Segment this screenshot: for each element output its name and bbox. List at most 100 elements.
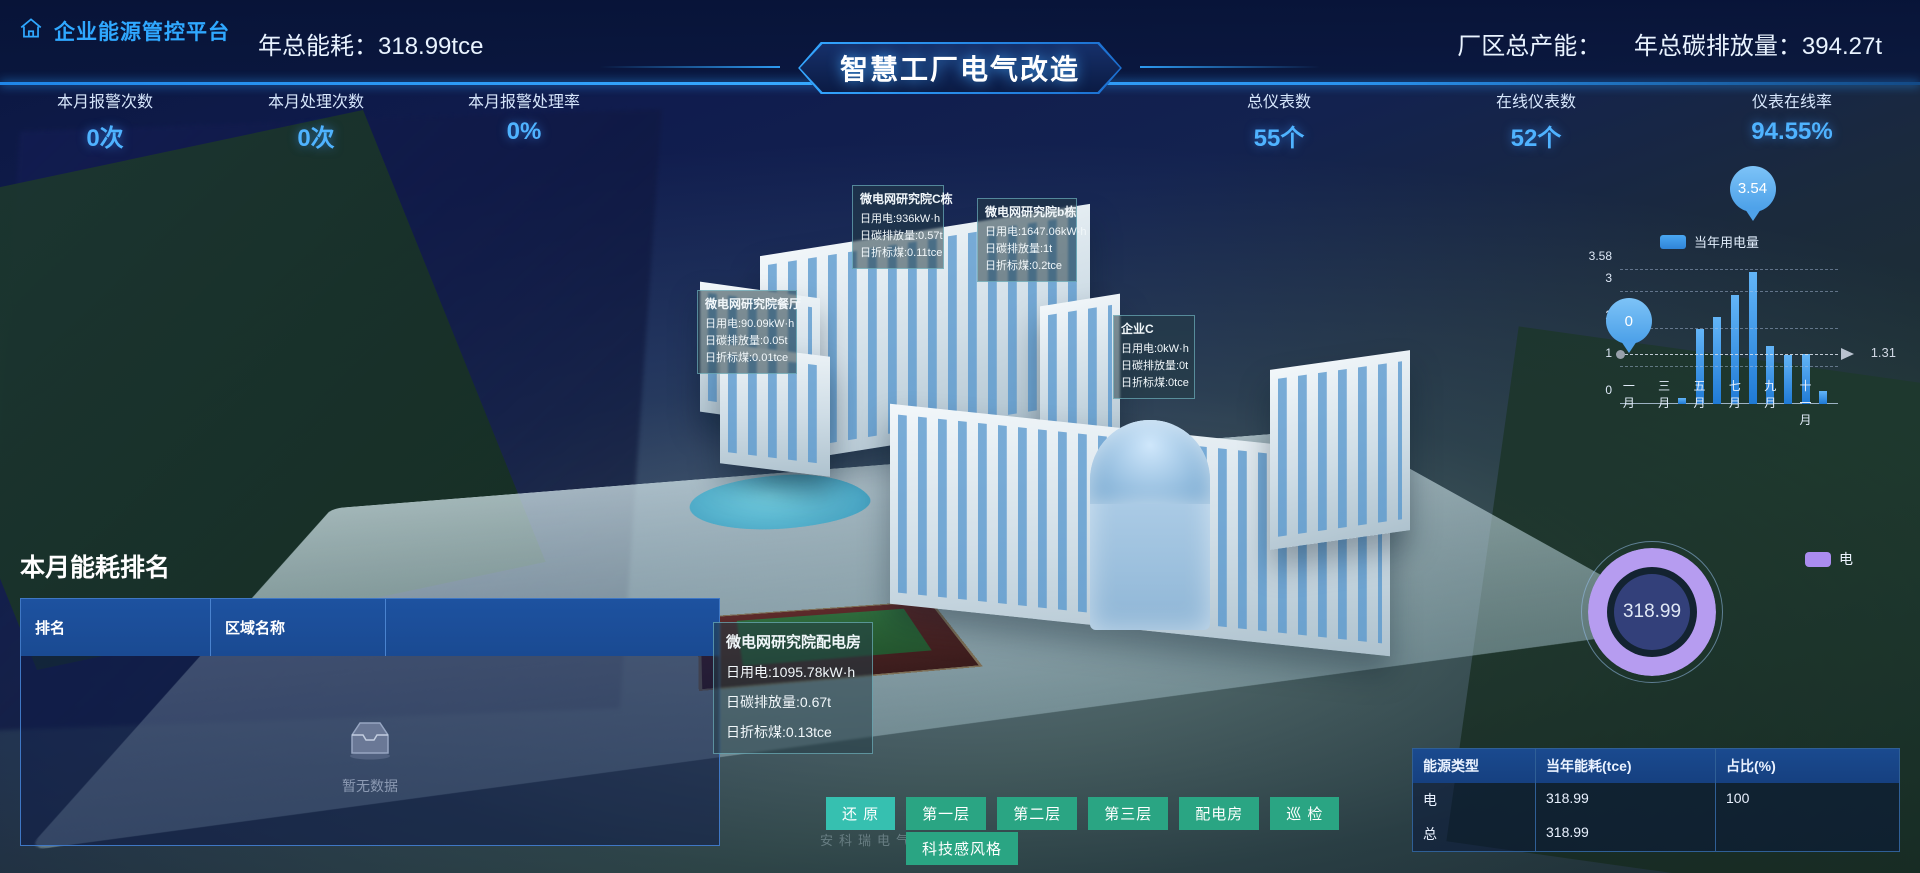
kpi-monthly-handled: 本月处理次数 0次 [206, 88, 426, 153]
header-right-stats: 厂区总产能： 年总碳排放量：394.27t [1457, 26, 1882, 61]
kpi-value: 0% [506, 118, 542, 145]
chart-x-tick-label: · [1744, 377, 1762, 428]
tooltip-title: 微电网研究院b栋 [985, 205, 1077, 219]
annual-electricity-chart[interactable]: 当年用电量 01233.5803.541.31 一月·三月·五月·七月·九月·十… [1564, 165, 1896, 440]
page-title: 智慧工厂电气改造 [839, 54, 1080, 85]
chart-x-tick-label: 一月 [1622, 379, 1635, 410]
scene-btn-floor-2[interactable]: 第二层 [997, 797, 1078, 830]
ranking-empty-state: 暂无数据 [21, 669, 719, 845]
empty-box-icon [344, 719, 396, 766]
kpi-value: 0次 [86, 125, 124, 152]
chart-legend[interactable]: 当年用电量 [1660, 232, 1759, 251]
chart-x-tick-labels: 一月·三月·五月·七月·九月·十一月· [1620, 377, 1832, 428]
brand[interactable]: 企业能源管控平台 [18, 15, 230, 46]
window-grid [1278, 361, 1402, 537]
kpi-value: 55个 [1253, 125, 1305, 152]
chart-x-tick-label: 五月 [1693, 379, 1706, 410]
chart-y-tick-label: 3 [1605, 270, 1612, 285]
building-tooltip-enterprise-c[interactable]: 企业C 日用电:0kW·h 日碳排放量:0t 日折标煤:0tce [1113, 315, 1195, 399]
tooltip-row: 日碳排放量:0.67t [726, 693, 832, 710]
scene-style-controls: 科技感风格 [906, 832, 1019, 865]
scene-btn-floor-3[interactable]: 第三层 [1088, 797, 1169, 830]
energy-pie-legend[interactable]: 电 [1805, 549, 1853, 569]
header-capacity-label: 厂区总产能： [1457, 33, 1602, 60]
tooltip-row: 日用电:936kW·h [860, 212, 941, 225]
kpi-label: 本月报警处理率 [467, 94, 580, 111]
energy-col-annual: 当年能耗(tce) [1536, 749, 1716, 783]
tooltip-title: 微电网研究院C栋 [860, 192, 953, 206]
dashboard-root: 企业能源管控平台 年总能耗：318.99tce 厂区总产能： 年总碳排放量：39… [0, 0, 1920, 873]
chart-x-tick-label: · [1673, 377, 1691, 428]
energy-col-type: 能源类型 [1413, 749, 1536, 783]
scene-btn-floor-1[interactable]: 第一层 [906, 797, 987, 830]
chart-x-tick-label: 九月 [1764, 379, 1777, 410]
tooltip-row: 日碳排放量:0.05t [705, 334, 788, 347]
energy-cell-annual: 318.99 [1536, 783, 1716, 817]
tooltip-row: 日用电:90.09kW·h [705, 317, 795, 330]
building-tooltip-b-block[interactable]: 微电网研究院b栋 日用电:1647.06kW·h 日碳排放量:1t 日折标煤:0… [977, 198, 1087, 282]
scene-btn-tech-style[interactable]: 科技感风格 [906, 832, 1019, 865]
chart-value-pin: 0 [1605, 298, 1652, 344]
monthly-energy-ranking-panel: 本月能耗排名 排名 区域名称 暂无数据 [20, 548, 720, 846]
kpi-label: 总仪表数 [1246, 94, 1311, 111]
ranking-empty-text: 暂无数据 [342, 777, 398, 794]
ranking-col-area: 区域名称 [211, 599, 386, 656]
ranking-col-blank [386, 599, 719, 656]
chart-average-dot [1616, 349, 1625, 359]
chart-x-tick-label: 三月 [1658, 379, 1671, 410]
home-icon [18, 15, 44, 46]
tooltip-row: 日用电:0kW·h [1121, 342, 1189, 355]
chart-x-tick-label: · [1638, 377, 1656, 428]
tooltip-title: 企业C [1121, 322, 1154, 336]
ranking-col-rank: 排名 [21, 599, 211, 656]
building-east-wing[interactable] [1270, 350, 1410, 550]
energy-table-row: 总 318.99 [1413, 817, 1899, 851]
scene-btn-reset[interactable]: 还 原 [826, 797, 896, 830]
building-glass-tower[interactable] [1090, 420, 1210, 630]
pie-legend-label: 电 [1839, 551, 1853, 567]
tooltip-row: 日碳排放量:1t [985, 242, 1053, 255]
kpi-label: 本月处理次数 [267, 94, 364, 111]
chart-value-pin: 3.54 [1729, 165, 1776, 212]
chart-average-line: 1.31 [1616, 345, 1896, 360]
annual-energy-gauge[interactable]: 318.99 [1581, 541, 1723, 683]
scene-btn-inspection[interactable]: 巡 检 [1270, 797, 1340, 830]
building-tooltip-canteen[interactable]: 微电网研究院餐厅 日用电:90.09kW·h 日碳排放量:0.05t 日折标煤:… [697, 290, 802, 374]
chart-x-tick-label: · [1814, 377, 1832, 428]
chart-x-tick-label: 七月 [1728, 379, 1741, 410]
chart-gridline [1620, 290, 1838, 292]
scene-btn-power-room[interactable]: 配电房 [1179, 797, 1260, 830]
kpi-label: 仪表在线率 [1751, 94, 1832, 111]
chart-y-tick-label: 3.58 [1588, 249, 1612, 263]
tooltip-row: 日折标煤:0tce [1121, 376, 1189, 389]
chart-x-tick-label: 十一月 [1799, 379, 1812, 427]
tooltip-title: 微电网研究院餐厅 [705, 297, 802, 311]
kpi-value: 0次 [297, 125, 335, 152]
gauge-value: 318.99 [1614, 574, 1690, 650]
tooltip-row: 日折标煤:0.2tce [985, 259, 1063, 272]
legend-swatch-icon [1660, 234, 1686, 249]
header-total-energy: 年总能耗：318.99tce [258, 33, 484, 60]
pie-legend-swatch-icon [1805, 551, 1831, 567]
tooltip-row: 日碳排放量:0.57t [860, 229, 943, 242]
kpi-label: 在线仪表数 [1495, 94, 1576, 111]
building-tooltip-power-room[interactable]: 微电网研究院配电房 日用电:1095.78kW·h 日碳排放量:0.67t 日折… [713, 622, 873, 755]
chart-y-tick-label: 0 [1605, 383, 1612, 397]
energy-col-percent: 占比(%) [1726, 758, 1776, 774]
kpi-meter-online-rate: 仪表在线率 94.55% [1682, 88, 1902, 146]
chart-legend-label: 当年用电量 [1694, 235, 1760, 250]
chart-gridline [1620, 328, 1838, 330]
tooltip-row: 日用电:1647.06kW·h [985, 225, 1087, 238]
chart-average-value: 1.31 [1870, 344, 1896, 360]
kpi-strip: 本月报警次数 0次 本月处理次数 0次 本月报警处理率 0% 总仪表数 55个 … [0, 88, 1920, 153]
building-tooltip-c-block[interactable]: 微电网研究院C栋 日用电:936kW·h 日碳排放量:0.57t 日折标煤:0.… [852, 185, 953, 269]
chart-gridline [1620, 365, 1838, 367]
chart-average-arrow-icon [1841, 347, 1854, 360]
scene-view-controls: 还 原 第一层 第二层 第三层 配电房 巡 检 [826, 797, 1340, 830]
energy-cell-type: 电 [1413, 783, 1536, 817]
kpi-label: 本月报警次数 [56, 94, 153, 111]
energy-cell-percent [1716, 817, 1899, 851]
scene-watermark: 安科瑞电气 [820, 833, 916, 848]
kpi-alarm-handle-rate: 本月报警处理率 0% [414, 88, 634, 146]
energy-cell-percent: 100 [1726, 790, 1750, 806]
